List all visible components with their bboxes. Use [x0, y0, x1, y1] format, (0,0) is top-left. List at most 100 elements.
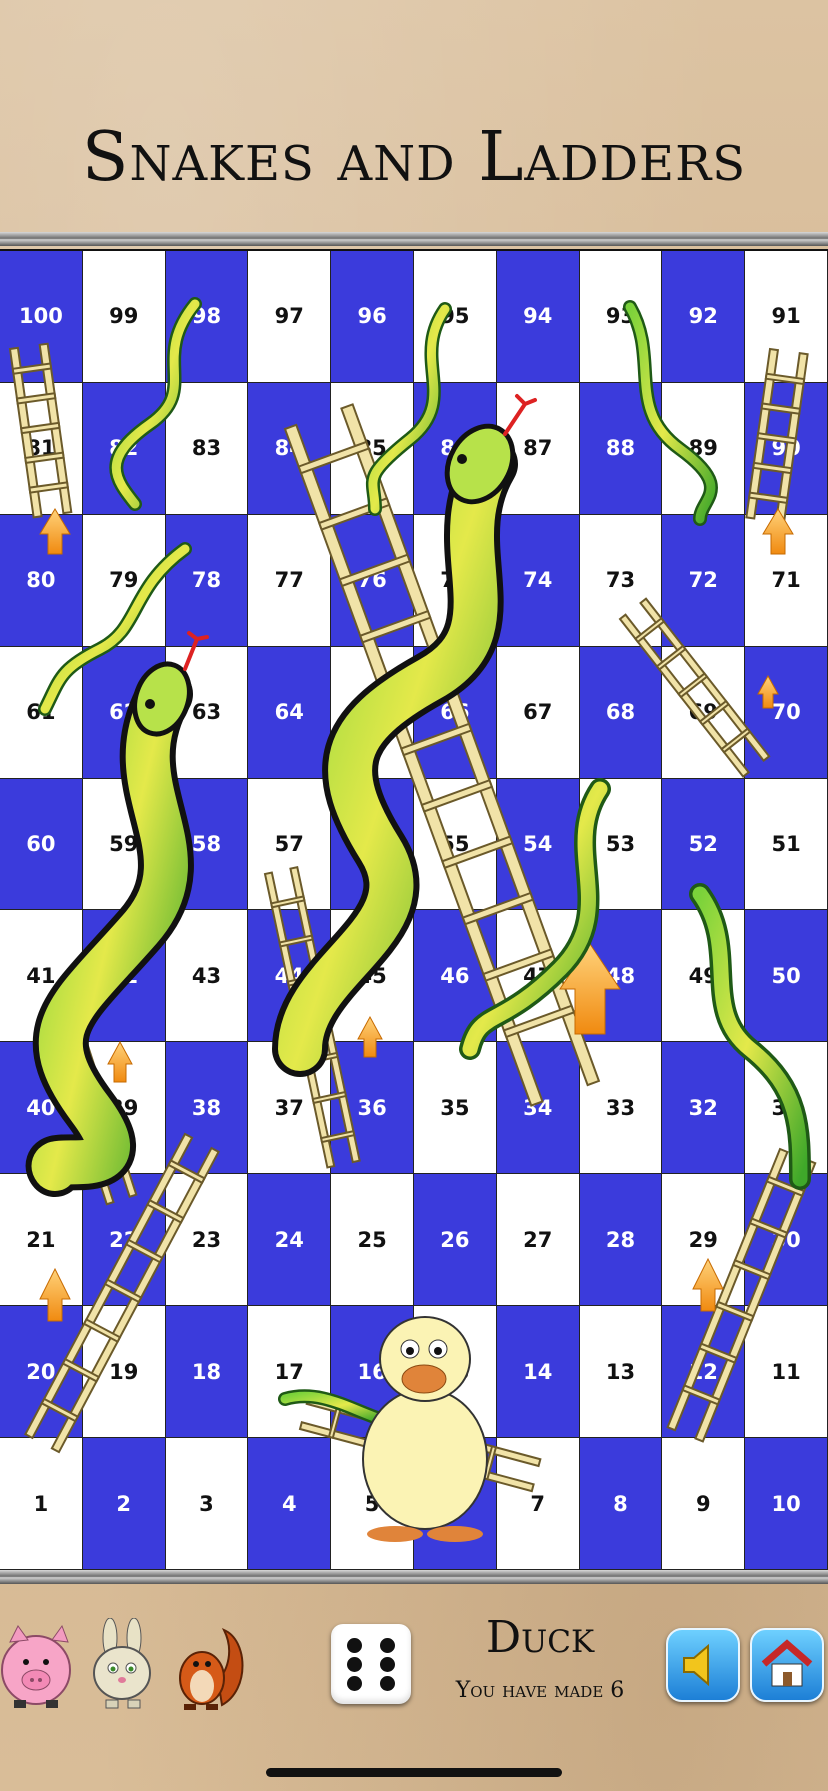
board-square: 42	[82, 910, 166, 1043]
board-square: 88	[579, 382, 663, 515]
board-square: 94	[496, 251, 580, 383]
board-square: 25	[331, 1174, 414, 1307]
board-square: 44	[248, 910, 332, 1043]
board-square: 24	[248, 1174, 332, 1307]
board-square: 27	[496, 1174, 580, 1307]
board-square: 9	[662, 1438, 746, 1570]
board-square: 36	[331, 1042, 414, 1175]
board-square: 8	[579, 1438, 663, 1570]
game-board: 100 99 98 97 96 95 94 93 92 91 81 82 83 84 85 86 87 88 89 9…	[0, 249, 828, 1572]
board-square: 14	[496, 1306, 580, 1439]
board-square: 4	[248, 1438, 332, 1570]
board-square: 34	[496, 1042, 580, 1175]
board-square: 46	[414, 910, 497, 1043]
board-square: 13	[579, 1306, 663, 1439]
board-square: 39	[82, 1042, 166, 1175]
home-button[interactable]	[750, 1628, 824, 1702]
board-square: 65	[331, 646, 414, 779]
board-square: 89	[662, 382, 746, 515]
board-square: 71	[745, 514, 828, 647]
board-square: 92	[662, 251, 746, 383]
board-square: 3	[165, 1438, 249, 1570]
board-square: 6	[414, 1438, 497, 1570]
board-square: 69	[662, 646, 746, 779]
rabbit-icon[interactable]	[88, 1618, 158, 1710]
board-square: 16	[331, 1306, 414, 1439]
bottom-bar: Duck You have made 6	[0, 1590, 828, 1790]
board-square: 78	[165, 514, 249, 647]
board-square: 77	[248, 514, 332, 647]
board-square: 80	[0, 514, 83, 647]
speaker-icon	[683, 1643, 709, 1687]
board-square: 76	[331, 514, 414, 647]
board-square: 40	[0, 1042, 83, 1175]
board-square: 51	[745, 778, 828, 911]
board-square: 33	[579, 1042, 663, 1175]
status-message: You have made 6	[455, 1678, 625, 1703]
board-square: 29	[662, 1174, 746, 1307]
board-square: 99	[82, 251, 166, 383]
board-square: 37	[248, 1042, 332, 1175]
die[interactable]	[331, 1624, 411, 1704]
board-square: 26	[414, 1174, 497, 1307]
board-bottom-rail	[0, 1570, 828, 1584]
board-square: 2	[82, 1438, 166, 1570]
board-square: 43	[165, 910, 249, 1043]
board-square: 38	[165, 1042, 249, 1175]
board-square: 45	[331, 910, 414, 1043]
sound-button[interactable]	[666, 1628, 740, 1702]
board-square: 63	[165, 646, 249, 779]
board-square: 18	[165, 1306, 249, 1439]
board-square: 5	[331, 1438, 414, 1570]
board-square: 61	[0, 646, 83, 779]
board-square: 58	[165, 778, 249, 911]
pig-icon[interactable]	[0, 1620, 76, 1710]
board-square: 12	[662, 1306, 746, 1439]
board-square: 81	[0, 382, 83, 515]
board-square: 47	[496, 910, 580, 1043]
board-square: 28	[579, 1174, 663, 1307]
board-square: 60	[0, 778, 83, 911]
board-square: 95	[414, 251, 497, 383]
board-square: 30	[745, 1174, 828, 1307]
board-square: 79	[82, 514, 166, 647]
board-square: 48	[579, 910, 663, 1043]
board-square: 41	[0, 910, 83, 1043]
board-square: 49	[662, 910, 746, 1043]
board-square: 86	[414, 382, 497, 515]
board-square: 35	[414, 1042, 497, 1175]
home-indicator	[266, 1768, 562, 1777]
board-square: 57	[248, 778, 332, 911]
board-square: 85	[331, 382, 414, 515]
board-square: 84	[248, 382, 332, 515]
board-square: 98	[165, 251, 249, 383]
board-square: 93	[579, 251, 663, 383]
board-square: 1	[0, 1438, 83, 1570]
board-square: 90	[745, 382, 828, 515]
board-square: 11	[745, 1306, 828, 1439]
board-square: 22	[82, 1174, 166, 1307]
squirrel-icon[interactable]	[172, 1620, 244, 1712]
board-square: 7	[496, 1438, 580, 1570]
board-square: 62	[82, 646, 166, 779]
home-icon	[761, 1639, 813, 1687]
board-square: 100	[0, 251, 83, 383]
board-square: 82	[82, 382, 166, 515]
game-title: Snakes and Ladders	[81, 118, 747, 197]
board-square: 68	[579, 646, 663, 779]
board-square: 73	[579, 514, 663, 647]
board-square: 72	[662, 514, 746, 647]
board-square: 70	[745, 646, 828, 779]
board-square: 66	[414, 646, 497, 779]
board-square: 20	[0, 1306, 83, 1439]
board-square: 53	[579, 778, 663, 911]
current-player-name: Duck	[485, 1612, 595, 1663]
board-square: 15	[414, 1306, 497, 1439]
board-square: 31	[745, 1042, 828, 1175]
board-square: 50	[745, 910, 828, 1043]
board-square: 10	[745, 1438, 828, 1570]
board-square: 97	[248, 251, 332, 383]
board-square: 55	[414, 778, 497, 911]
board-square: 32	[662, 1042, 746, 1175]
board-square: 59	[82, 778, 166, 911]
